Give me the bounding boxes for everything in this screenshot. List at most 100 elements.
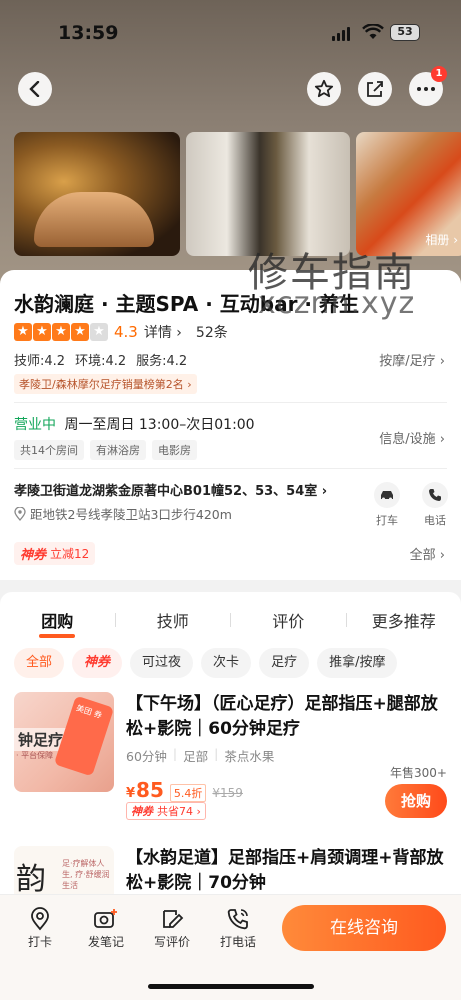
thumb-slogan: 足·疗解体人生, 疗·舒缓润生活 [62,859,110,890]
star-icon: ★ [52,323,70,341]
filter-chips: 全部 神券 可过夜 次卡 足疗 推拿/按摩 [14,648,398,678]
star-outline-icon [314,79,334,98]
saving-text: 共省74 › [157,805,201,818]
metro-text: 距地铁2号线孝陵卫站3口步行420m [30,507,232,522]
edit-review-icon [163,910,184,928]
thumb-big-char: 韵 [16,862,46,897]
rating-stars: ★ ★ ★ ★ ★ [14,323,108,341]
back-button[interactable] [18,72,52,106]
saving-badge[interactable]: 神券 共省74 › [126,802,206,820]
coupon-promo[interactable]: 神券 立减12 [14,542,96,565]
facility-tag: 共14个房间 [14,440,84,460]
checkin-label: 打卡 [27,935,52,949]
original-price: ¥159 [212,786,243,800]
thumb-sub: · 平台保障 [16,751,54,760]
annual-sales: 年售300+ [390,766,447,780]
review-count[interactable]: 52条 [196,322,228,342]
phone-graphic: 美团 券 [53,695,114,777]
more-button[interactable]: 1 [409,66,447,106]
chip-overnight[interactable]: 可过夜 [130,648,194,678]
star-icon: ★ [33,323,51,341]
deal-duration: 60分钟 [126,749,167,764]
car-icon [381,491,393,501]
facility-tag: 电影房 [152,440,197,460]
gallery-photo-corridor[interactable] [186,132,350,256]
checkin-button[interactable]: 打卡 [10,907,70,950]
score-environment: 环境:4.2 [75,354,127,369]
chip-massage[interactable]: 推拿/按摩 [317,648,398,678]
hours-text: 周一至周日 13:00–次日01:00 [64,417,255,433]
divider [14,402,447,403]
rating-score: 4.3 [114,323,138,341]
tab-technicians[interactable]: 技师 [116,608,231,632]
shenquan-logo: 神券 [20,548,47,563]
call-label: 电话 [424,514,446,527]
share-icon [367,81,383,97]
facility-tags: 共14个房间 有淋浴房 电影房 [14,440,197,460]
rating-row[interactable]: ★ ★ ★ ★ ★ 4.3 详情 › 52条 [14,322,228,342]
home-indicator [148,984,314,989]
deal-title: 【下午场】（匠心足疗）足部指压+腿部放松+影院｜60分钟足疗 [126,694,438,739]
phone-icon [429,489,441,501]
facility-tag: 有淋浴房 [90,440,146,460]
rating-detail-link[interactable]: 详情 › [144,322,182,342]
deal-thumbnail: 钟足疗 · 平台保障 美团 券 [14,692,114,792]
score-service: 服务:4.2 [136,354,188,369]
deal-price: 85 [136,778,164,802]
chip-foot-massage[interactable]: 足疗 [259,648,310,678]
promo-text: 立减12 [50,547,90,561]
phone-icon [227,909,248,930]
watermark-url: xcznn.xyz [258,286,416,321]
notification-badge: 1 [431,66,447,82]
favorite-button[interactable] [307,72,341,106]
deal-item[interactable]: 钟足疗 · 平台保障 美团 券 【下午场】（匠心足疗）足部指压+腿部放松+影院｜… [0,692,461,822]
battery-icon: 53 [390,24,420,41]
all-promos-link[interactable]: 全部 › [410,544,445,563]
online-consult-button[interactable]: 在线咨询 [282,905,446,951]
price-row: ¥ 85 5.4折 ¥159 [126,778,243,802]
gallery-photo-massage[interactable] [14,132,180,256]
business-hours: 营业中 周一至周日 13:00–次日01:00 [14,414,255,434]
call-button[interactable]: 电话 [415,482,455,528]
write-review-button[interactable]: 写评价 [142,907,202,950]
more-dots-icon [417,87,435,91]
metro-distance: 距地铁2号线孝陵卫站3口步行420m [14,504,232,523]
star-icon: ★ [71,323,89,341]
camera-plus-icon [94,909,117,928]
post-note-button[interactable]: 发笔记 [76,907,136,950]
status-time: 13:59 [58,22,119,44]
location-pin-icon [14,506,26,521]
taxi-label: 打车 [376,514,398,527]
wifi-icon [362,23,384,44]
chip-shenquan[interactable]: 神券 [72,648,123,678]
star-empty-icon: ★ [90,323,108,341]
gallery-photo-room[interactable]: 相册 › [356,132,461,256]
phone-call-button[interactable]: 打电话 [208,907,268,950]
chip-all[interactable]: 全部 [14,648,65,678]
phone-call-label: 打电话 [219,935,256,949]
open-status: 营业中 [14,417,56,433]
share-button[interactable] [358,72,392,106]
tab-group-buy[interactable]: 团购 [0,608,115,632]
deals-section: 团购 技师 评价 更多推荐 全部 神券 可过夜 次卡 足疗 推拿/按摩 钟足疗 … [0,592,461,946]
status-bar: 13:59 53 [0,0,461,60]
rank-badge[interactable]: 孝陵卫/森林摩尔足疗销量榜第2名 › [14,374,197,394]
photo-gallery[interactable]: 相册 › [14,132,461,256]
star-icon: ★ [14,323,32,341]
category-link[interactable]: 按摩/足疗 › [379,350,445,369]
chip-pass-card[interactable]: 次卡 [201,648,252,678]
shenquan-logo: 神券 [131,805,153,818]
score-technician: 技师:4.2 [14,354,66,369]
signal-icon [332,27,350,41]
currency-symbol: ¥ [126,786,136,801]
info-facilities-link[interactable]: 信息/设施 › [379,428,445,447]
section-tabs: 团购 技师 评价 更多推荐 [0,608,461,632]
address-link[interactable]: 孝陵卫街道龙湖紫金原著中心B01幢52、53、54室 › [14,480,344,499]
tab-more-recommendations[interactable]: 更多推荐 [347,608,461,632]
tab-reviews[interactable]: 评价 [231,608,346,632]
deal-body-part: 足部 [183,749,209,764]
buy-button[interactable]: 抢购 [385,784,447,818]
deal-meta: 60分钟 | 足部 | 茶点水果 [126,746,275,764]
album-link[interactable]: 相册 › [425,231,458,248]
taxi-button[interactable]: 打车 [367,482,407,528]
